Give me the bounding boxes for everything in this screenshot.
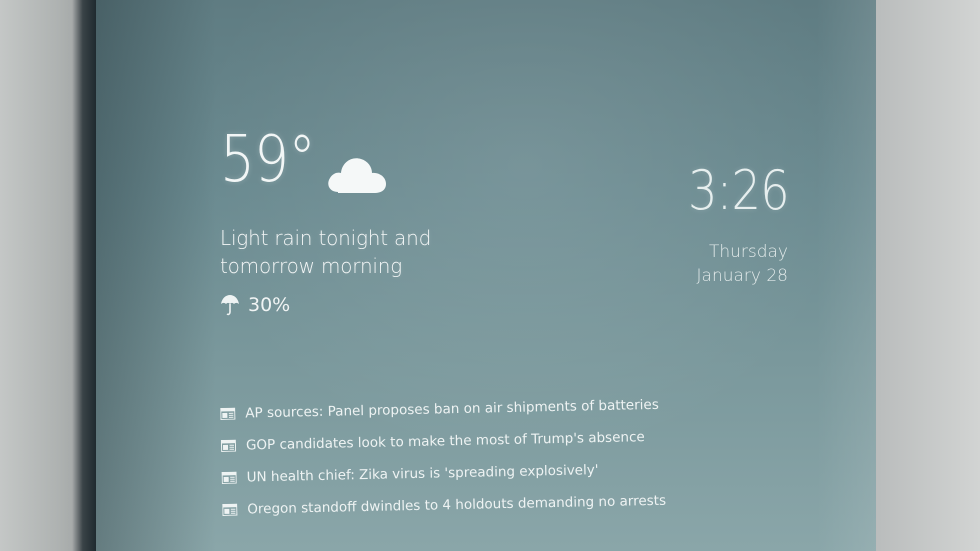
news-headline: UN health chief: Zika virus is 'spreadin… (246, 462, 599, 486)
umbrella-icon (221, 295, 239, 316)
news-list: AP sources: Panel proposes ban on air sh… (220, 389, 666, 526)
calendar-date: January 28 (696, 266, 788, 286)
newspaper-icon (220, 407, 236, 420)
newspaper-icon (221, 471, 237, 484)
wall (870, 0, 980, 551)
weather-current: 59° (220, 128, 388, 196)
smart-mirror-display: 59° Light rain tonight and tomorrow morn… (96, 0, 876, 551)
news-headline: AP sources: Panel proposes ban on air sh… (245, 396, 659, 422)
newspaper-icon (220, 439, 237, 452)
cloud-icon (328, 158, 387, 193)
clock-time: 3:26 (688, 159, 790, 222)
news-headline: GOP candidates look to make the most of … (245, 429, 645, 454)
weekday: Thursday (708, 242, 788, 262)
mirror-frame (72, 0, 96, 551)
weather-summary: Light rain tonight and tomorrow morning (220, 224, 480, 280)
weather-summary-line2: tomorrow morning (220, 254, 403, 278)
precipitation: 30% (220, 294, 290, 316)
precip-chance: 30% (248, 294, 291, 316)
newspaper-icon (222, 503, 238, 516)
clock-date: Thursday January 28 (656, 240, 788, 288)
temperature: 59° (220, 123, 316, 197)
news-headline: Oregon standoff dwindles to 4 holdouts d… (247, 492, 667, 518)
photo-scene: 59° Light rain tonight and tomorrow morn… (0, 0, 980, 551)
weather-summary-line1: Light rain tonight and (220, 226, 432, 250)
